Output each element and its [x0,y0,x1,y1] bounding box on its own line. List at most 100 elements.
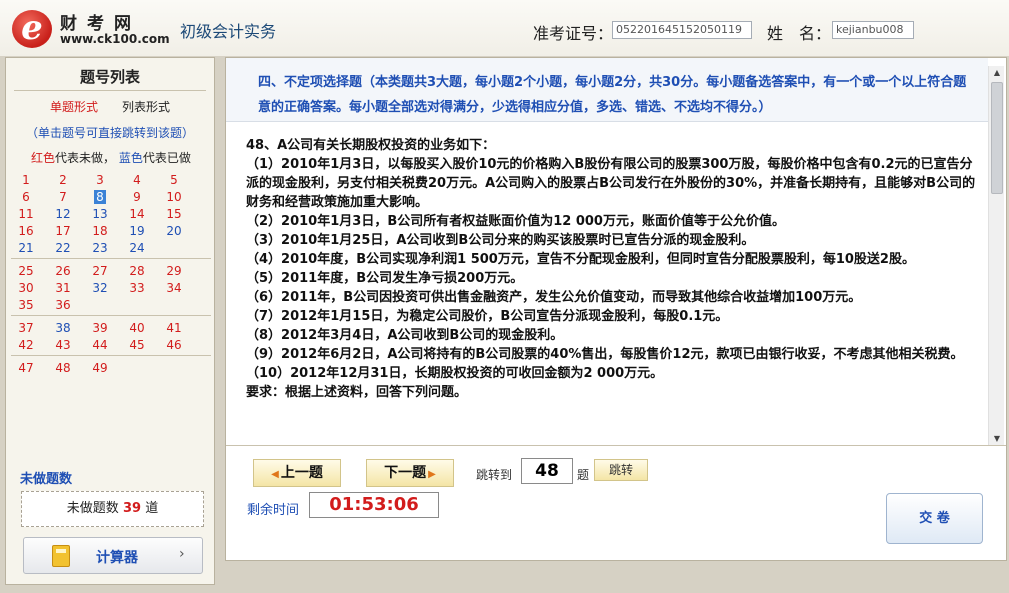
question-panel: 四、不定项选择题（本类题共3大题，每小题2个小题，每小题2分，共30分。每小题备… [225,57,1007,561]
question-number-link[interactable]: 14 [122,207,152,221]
undone-count-box: 未做题数 39 道 [21,491,204,527]
question-number-link[interactable]: 15 [159,207,189,221]
scroll-down-icon[interactable]: ▼ [989,432,1005,446]
question-number-link[interactable]: 13 [85,207,115,221]
jump-button[interactable]: 跳转 [594,459,648,481]
question-number-link[interactable]: 42 [11,338,41,352]
question-number-link[interactable]: 41 [159,321,189,335]
question-number-link[interactable]: 18 [85,224,115,238]
logo-url: www.ck100.com [60,32,170,46]
question-row: 42 43 44 45 46 [11,337,211,356]
question-number-link[interactable]: 12 [48,207,78,221]
question-number-link[interactable]: 38 [48,321,78,335]
question-number-link[interactable]: 6 [11,190,41,204]
question-item: （4）2010年度，B公司实现净利润1 500万元，宣告不分配现金股利，但同时宣… [246,252,915,267]
question-list-panel: 题号列表 单题形式 列表形式 （单击题号可直接跳转到该题） 红色代表未做， 蓝色… [5,57,215,585]
question-number-link[interactable]: 35 [11,298,41,312]
scroll-thumb[interactable] [991,82,1003,194]
question-row: 25 26 27 28 29 [11,263,211,280]
question-number-link[interactable]: 31 [48,281,78,295]
question-number-link[interactable]: 37 [11,321,41,335]
color-legend: 红色代表未做， 蓝色代表已做 [31,149,191,166]
question-item: （1）2010年1月3日，以每股买入股价10元的价格购入B股份有限公司的股票30… [246,157,976,210]
question-number-link[interactable]: 16 [11,224,41,238]
jump-question-input[interactable]: 48 [521,458,573,484]
question-number-link[interactable]: 10 [159,190,189,204]
content-scrollbar[interactable]: ▲ ▼ [988,66,1004,446]
question-number-link[interactable]: 47 [11,361,41,375]
header-bar: e 财考网 www.ck100.com 初级会计实务 准考证号： 0522016… [0,0,1009,56]
question-row: 47 48 49 [11,360,211,377]
question-row: 6 7 8 9 10 [11,189,211,206]
question-number-link[interactable]: 33 [122,281,152,295]
question-number-link[interactable]: 48 [48,361,78,375]
question-number-link[interactable]: 20 [159,224,189,238]
legend-blue-text: 代表已做 [142,151,191,165]
question-item: （9）2012年6月2日，A公司将持有的B公司股票的40%售出，每股售价12元，… [246,347,964,362]
prev-question-label: 上一题 [280,465,323,481]
question-item: （5）2011年度，B公司发生净亏损200万元。 [246,271,524,286]
question-number-link[interactable]: 45 [122,338,152,352]
question-number-link[interactable]: 7 [48,190,78,204]
question-number-link[interactable]: 9 [122,190,152,204]
question-row: 21 22 23 24 [11,240,211,259]
question-item: 要求：根据上述资料，回答下列问题。 [246,385,468,400]
question-number-link[interactable]: 34 [159,281,189,295]
calculator-button[interactable]: 计算器 › [23,537,203,574]
remaining-time-label: 剩余时间 [247,503,300,518]
submit-exam-button[interactable]: 交 卷 [886,493,983,544]
question-row: 12345 [11,172,211,189]
question-row: 37 38 39 40 41 [11,320,211,337]
legend-red-text: 代表未做， [55,151,116,165]
question-item: （6）2011年，B公司因投资可供出售金融资产，发生公允价值变动，而导致其他综合… [246,290,862,305]
section-heading: 四、不定项选择题（本类题共3大题，每小题2个小题，每小题2分，共30分。每小题备… [226,58,988,122]
question-item: （2）2010年1月3日，B公司所有者权益账面价值为12 000万元，账面价值等… [246,214,785,229]
question-number-link[interactable]: 39 [85,321,115,335]
jump-unit: 题 [577,468,590,482]
question-number-link[interactable]: 17 [48,224,78,238]
question-number-link[interactable]: 27 [85,264,115,278]
question-number-link[interactable]: 2 [48,173,78,187]
question-number-link[interactable]: 49 [85,361,115,375]
list-mode-tab[interactable]: 列表形式 [122,98,170,115]
question-list-title: 题号列表 [79,68,140,86]
question-number-link[interactable]: 44 [85,338,115,352]
chevron-right-icon: › [179,546,185,562]
question-item: （8）2012年3月4日，A公司收到B公司的现金股利。 [246,328,564,343]
question-number-link[interactable]: 4 [122,173,152,187]
question-content: 48、A公司有关长期股权投资的业务如下： （1）2010年1月3日，以每股买入股… [246,136,984,402]
current-question-highlight: 8 [94,190,106,204]
next-question-button[interactable]: 下一题 ▶ [366,459,454,487]
question-number-link[interactable]: 46 [159,338,189,352]
question-number-link[interactable]: 22 [48,241,78,255]
question-number-link[interactable]: 5 [159,173,189,187]
undone-label: 未做题数 [66,501,119,516]
question-number-link[interactable]: 1 [11,173,41,187]
question-number-link[interactable]: 28 [122,264,152,278]
name-field: kejianbu008 [832,21,914,39]
question-number-link[interactable]: 40 [122,321,152,335]
question-number-link[interactable]: 23 [85,241,115,255]
question-number-link[interactable]: 11 [11,207,41,221]
question-number-link[interactable]: 36 [48,298,78,312]
question-number-link[interactable]: 19 [122,224,152,238]
single-mode-tab[interactable]: 单题形式 [50,98,98,115]
logo-name: 财考网 [60,14,141,34]
prev-question-button[interactable]: ◀ 上一题 [253,459,341,487]
question-number-link[interactable]: 30 [11,281,41,295]
question-title: 48、A公司有关长期股权投资的业务如下： [246,138,496,153]
question-number-link[interactable]: 3 [85,173,115,187]
jump-hint: （单击题号可直接跳转到该题） [25,126,194,140]
scroll-up-icon[interactable]: ▲ [989,66,1005,80]
question-number-link[interactable]: 8 [85,190,115,204]
question-number-link[interactable]: 29 [159,264,189,278]
question-item: （7）2012年1月15日，为稳定公司股价，B公司宣告分派现金股利，每股0.1元… [246,309,729,324]
calculator-label: 计算器 [96,550,138,566]
question-number-link[interactable]: 43 [48,338,78,352]
question-number-link[interactable]: 24 [122,241,152,255]
question-item: （10）2012年12月31日，长期股权投资的可收回金额为2 000万元。 [246,366,664,381]
question-number-link[interactable]: 21 [11,241,41,255]
question-number-link[interactable]: 26 [48,264,78,278]
question-number-link[interactable]: 25 [11,264,41,278]
question-number-link[interactable]: 32 [85,281,115,295]
